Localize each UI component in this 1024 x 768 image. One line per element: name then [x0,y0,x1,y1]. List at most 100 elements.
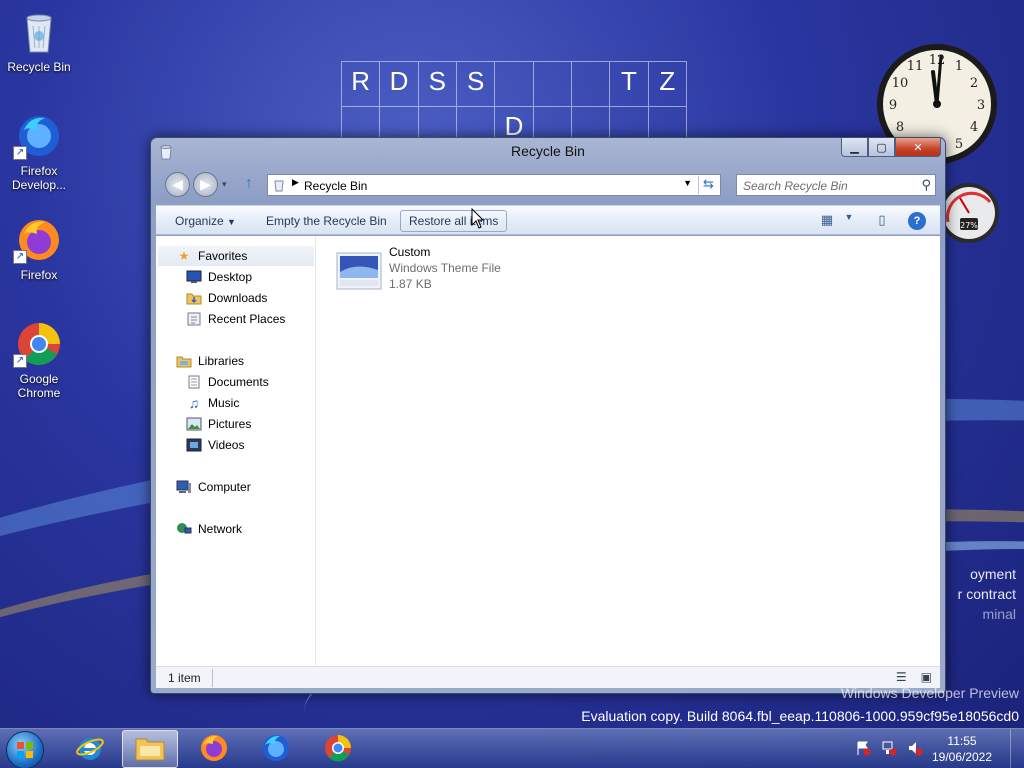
cpu-percent-label: 27% [960,221,978,230]
nav-label: Music [208,396,240,410]
network-status-icon[interactable] [880,739,898,757]
svg-text:2: 2 [970,76,978,91]
forward-button[interactable]: ▶ [193,172,218,197]
cpu-meter-gadget[interactable]: 27% [938,182,1000,244]
svg-text:12: 12 [929,53,946,68]
refresh-icon[interactable]: ⇆ [698,176,718,194]
address-dropdown-icon[interactable]: ▼ [683,178,692,188]
system-tray [854,739,924,757]
large-icons-view-icon[interactable]: ▣ [921,670,932,684]
crossword-cell[interactable]: R [342,62,381,107]
desktop-icon-recycle-bin[interactable]: Recycle Bin [1,8,77,74]
preview-pane-icon[interactable]: ▯ [873,212,891,230]
nav-item-videos[interactable]: Videos [186,435,244,455]
desktop-icon-google-chrome[interactable]: ↗ Google Chrome [1,320,77,400]
watermark-text: Windows Developer Preview [840,685,1019,701]
search-input[interactable]: Search Recycle Bin ⚲ [736,174,936,196]
desktop-icon [186,269,202,285]
desktop-icon-label: Recycle Bin [7,60,71,74]
music-icon: ♫ [188,395,200,411]
recent-pages-dropdown-icon[interactable]: ▾ [222,179,227,190]
nav-item-documents[interactable]: Documents [186,372,269,392]
nav-label: Computer [198,480,251,494]
search-placeholder: Search Recycle Bin [743,179,848,193]
nav-label: Network [198,522,243,536]
file-type: Windows Theme File [389,261,501,275]
minimize-button[interactable]: ▁ [841,138,868,157]
empty-recycle-bin-label: Empty the Recycle Bin [266,214,387,228]
nav-item-desktop[interactable]: Desktop [186,267,252,287]
nav-item-network[interactable]: Network [176,519,242,539]
status-bar: 1 item ☰ ▣ [156,666,940,688]
taskbar-file-explorer[interactable] [122,730,178,768]
nav-item-libraries[interactable]: Libraries [176,351,244,371]
crossword-cell[interactable] [495,62,534,107]
downloads-folder-icon [186,290,202,306]
nav-item-downloads[interactable]: Downloads [186,288,267,308]
search-icon[interactable]: ⚲ [921,177,931,193]
desktop-icon-firefox[interactable]: ↗ Firefox [1,216,77,282]
clock-date: 19/06/2022 [931,750,993,764]
maximize-button[interactable]: ▢ [868,138,895,157]
breadcrumb-separator-icon[interactable]: ▶ [292,177,299,188]
svg-text:11: 11 [907,59,924,74]
taskbar-firefox[interactable] [186,730,242,768]
explorer-window[interactable]: Recycle Bin ▁ ▢ ✕ ◀ ▶ ▾ ↑ ▶ Recycle Bin … [150,137,946,694]
nav-label: Downloads [208,291,268,305]
command-bar: Organize ▼ Empty the Recycle Bin Restore… [156,205,940,235]
chrome-icon: ↗ [13,320,63,368]
crossword-cell[interactable]: S [418,62,457,107]
desktop-icon-firefox-developer[interactable]: ↗ Firefox Develop... [1,112,77,192]
navigation-pane: ★ Favorites Desktop Downloads Recent Pla… [156,236,316,666]
organize-button[interactable]: Organize ▼ [166,210,245,232]
change-view-icon[interactable]: ▦ [818,212,836,230]
show-desktop-button[interactable] [1010,729,1024,768]
view-switcher: ☰ ▣ [896,670,932,684]
details-view-icon[interactable]: ☰ [896,670,907,684]
close-button[interactable]: ✕ [895,138,941,157]
firefox-developer-icon [261,733,291,766]
empty-recycle-bin-button[interactable]: Empty the Recycle Bin [257,210,396,232]
theme-file-icon [336,252,382,290]
crossword-cell[interactable]: D [380,62,419,107]
crossword-cell[interactable]: Z [648,62,687,107]
svg-text:3: 3 [977,98,985,113]
up-arrow-icon[interactable]: ↑ [245,175,261,195]
organize-label: Organize [175,214,224,228]
help-icon[interactable]: ? [908,212,926,230]
back-button[interactable]: ◀ [165,172,190,197]
file-item[interactable]: Custom Windows Theme File 1.87 KB [336,244,536,294]
chrome-icon [323,733,353,766]
address-bar[interactable]: ▶ Recycle Bin ▼ ⇆ [267,174,721,196]
taskbar-google-chrome[interactable] [310,730,366,768]
file-size: 1.87 KB [389,277,432,291]
nav-label: Videos [208,438,245,452]
recycle-bin-icon [272,178,286,192]
action-center-flag-icon[interactable] [854,739,872,757]
firefox-developer-icon: ↗ [13,112,63,160]
nav-item-favorites[interactable]: ★ Favorites [158,246,314,266]
firefox-icon [199,733,229,766]
taskbar-internet-explorer[interactable] [62,730,118,768]
nav-label: Desktop [208,270,253,284]
nav-item-recent-places[interactable]: Recent Places [186,309,285,329]
crossword-cell[interactable] [571,62,611,107]
shortcut-arrow-icon: ↗ [13,146,27,160]
crossword-cell[interactable]: S [456,62,496,107]
start-button[interactable] [6,731,44,768]
nav-item-computer[interactable]: Computer [176,477,251,497]
nav-item-pictures[interactable]: Pictures [186,414,251,434]
taskbar-firefox-developer[interactable] [248,730,304,768]
status-divider [212,669,213,687]
navigation-bar: ◀ ▶ ▾ ↑ ▶ Recycle Bin ▼ ⇆ Search Recycle… [163,172,936,198]
breadcrumb[interactable]: Recycle Bin [304,179,367,193]
pictures-icon [186,416,202,432]
nav-item-music[interactable]: ♫ Music [186,393,240,413]
taskbar-clock[interactable]: 11:55 19/06/2022 [922,733,1002,765]
view-dropdown-icon[interactable]: ▼ [840,212,858,230]
crossword-cell[interactable] [533,62,572,107]
network-icon [176,521,192,537]
libraries-icon [176,353,192,369]
restore-all-items-button[interactable]: Restore all items [400,210,508,232]
crossword-cell[interactable]: T [610,62,649,107]
